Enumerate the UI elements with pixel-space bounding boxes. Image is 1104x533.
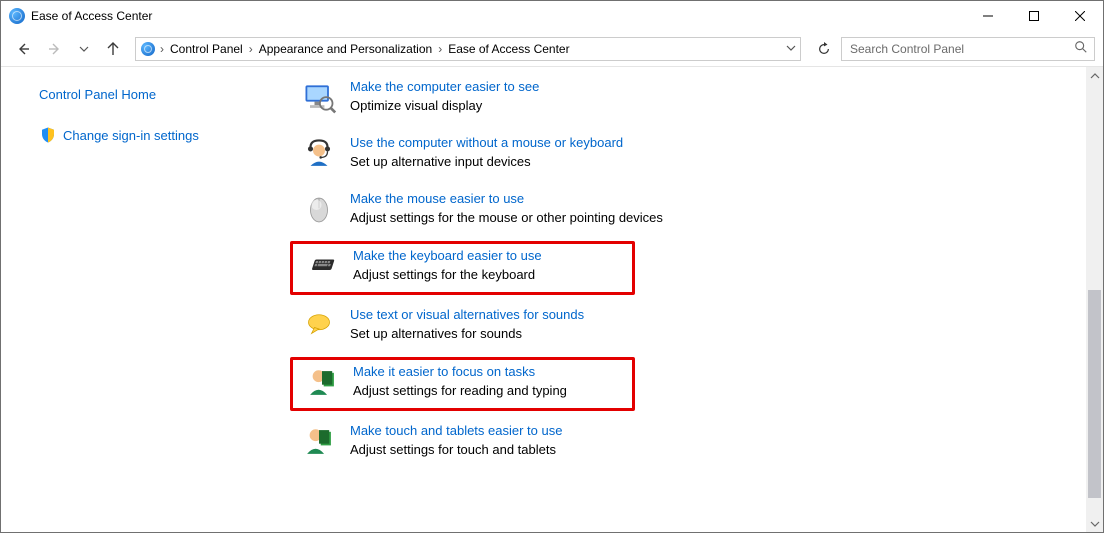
option-description: Adjust settings for touch and tablets (350, 442, 562, 457)
nav-back-button[interactable] (9, 37, 37, 61)
address-icon (140, 41, 156, 57)
minimize-button[interactable] (965, 1, 1011, 31)
monitor-icon (300, 79, 338, 117)
recent-locations-button[interactable] (73, 40, 95, 58)
sidebar-signin-label: Change sign-in settings (63, 128, 199, 143)
refresh-button[interactable] (811, 37, 837, 61)
scroll-thumb[interactable] (1088, 290, 1101, 498)
nav-row: › Control Panel › Appearance and Persona… (1, 31, 1103, 67)
search-box[interactable] (841, 37, 1095, 61)
keyboard-icon (303, 248, 341, 286)
option-link[interactable]: Make it easier to focus on tasks (353, 364, 567, 379)
option-row: Make the computer easier to see Optimize … (276, 73, 1085, 129)
option-description: Adjust settings for the keyboard (353, 267, 542, 282)
breadcrumb-item[interactable]: Control Panel (164, 42, 249, 56)
person-icon (303, 364, 341, 402)
mouse-icon (300, 191, 338, 229)
person-icon (300, 423, 338, 461)
option-link[interactable]: Make touch and tablets easier to use (350, 423, 562, 438)
nav-forward-button[interactable] (41, 37, 69, 61)
breadcrumb-item[interactable]: Ease of Access Center (442, 42, 575, 56)
change-signin-settings-link[interactable]: Change sign-in settings (39, 126, 276, 144)
option-link[interactable]: Use the computer without a mouse or keyb… (350, 135, 623, 150)
vertical-scrollbar[interactable] (1086, 67, 1103, 532)
scroll-down-button[interactable] (1086, 515, 1103, 532)
option-description: Set up alternatives for sounds (350, 326, 584, 341)
shield-icon (39, 126, 57, 144)
sidebar: Control Panel Home Change sign-in settin… (1, 67, 276, 532)
search-icon[interactable] (1074, 40, 1088, 57)
option-link[interactable]: Make the keyboard easier to use (353, 248, 542, 263)
scroll-up-button[interactable] (1086, 67, 1103, 84)
option-row: Make touch and tablets easier to use Adju… (276, 417, 1085, 473)
maximize-button[interactable] (1011, 1, 1057, 31)
search-input[interactable] (848, 41, 1074, 57)
option-row: Make the mouse easier to use Adjust setti… (276, 185, 1085, 241)
option-row: Use text or visual alternatives for soun… (276, 301, 1085, 357)
headset-icon (300, 135, 338, 173)
breadcrumb-item[interactable]: Appearance and Personalization (253, 42, 438, 56)
option-row: Use the computer without a mouse or keyb… (276, 129, 1085, 185)
window-title: Ease of Access Center (31, 9, 152, 23)
option-description: Set up alternative input devices (350, 154, 623, 169)
titlebar: Ease of Access Center (1, 1, 1103, 31)
close-button[interactable] (1057, 1, 1103, 31)
option-link[interactable]: Make the mouse easier to use (350, 191, 663, 206)
app-icon (9, 8, 25, 24)
content-pane: Make the computer easier to see Optimize … (276, 67, 1103, 532)
control-panel-home-link[interactable]: Control Panel Home (39, 87, 276, 102)
address-bar[interactable]: › Control Panel › Appearance and Persona… (135, 37, 801, 61)
option-row: Make it easier to focus on tasks Adjust s… (303, 364, 622, 402)
window: Ease of Access Center › Control Panel › … (0, 0, 1104, 533)
option-description: Optimize visual display (350, 98, 539, 113)
address-dropdown-button[interactable] (786, 42, 796, 56)
option-row: Make the keyboard easier to use Adjust se… (303, 248, 622, 286)
nav-up-button[interactable] (99, 37, 127, 61)
option-description: Adjust settings for the mouse or other p… (350, 210, 663, 225)
option-description: Adjust settings for reading and typing (353, 383, 567, 398)
option-link[interactable]: Use text or visual alternatives for soun… (350, 307, 584, 322)
bubble-icon (300, 307, 338, 345)
scroll-track[interactable] (1086, 84, 1103, 515)
option-link[interactable]: Make the computer easier to see (350, 79, 539, 94)
